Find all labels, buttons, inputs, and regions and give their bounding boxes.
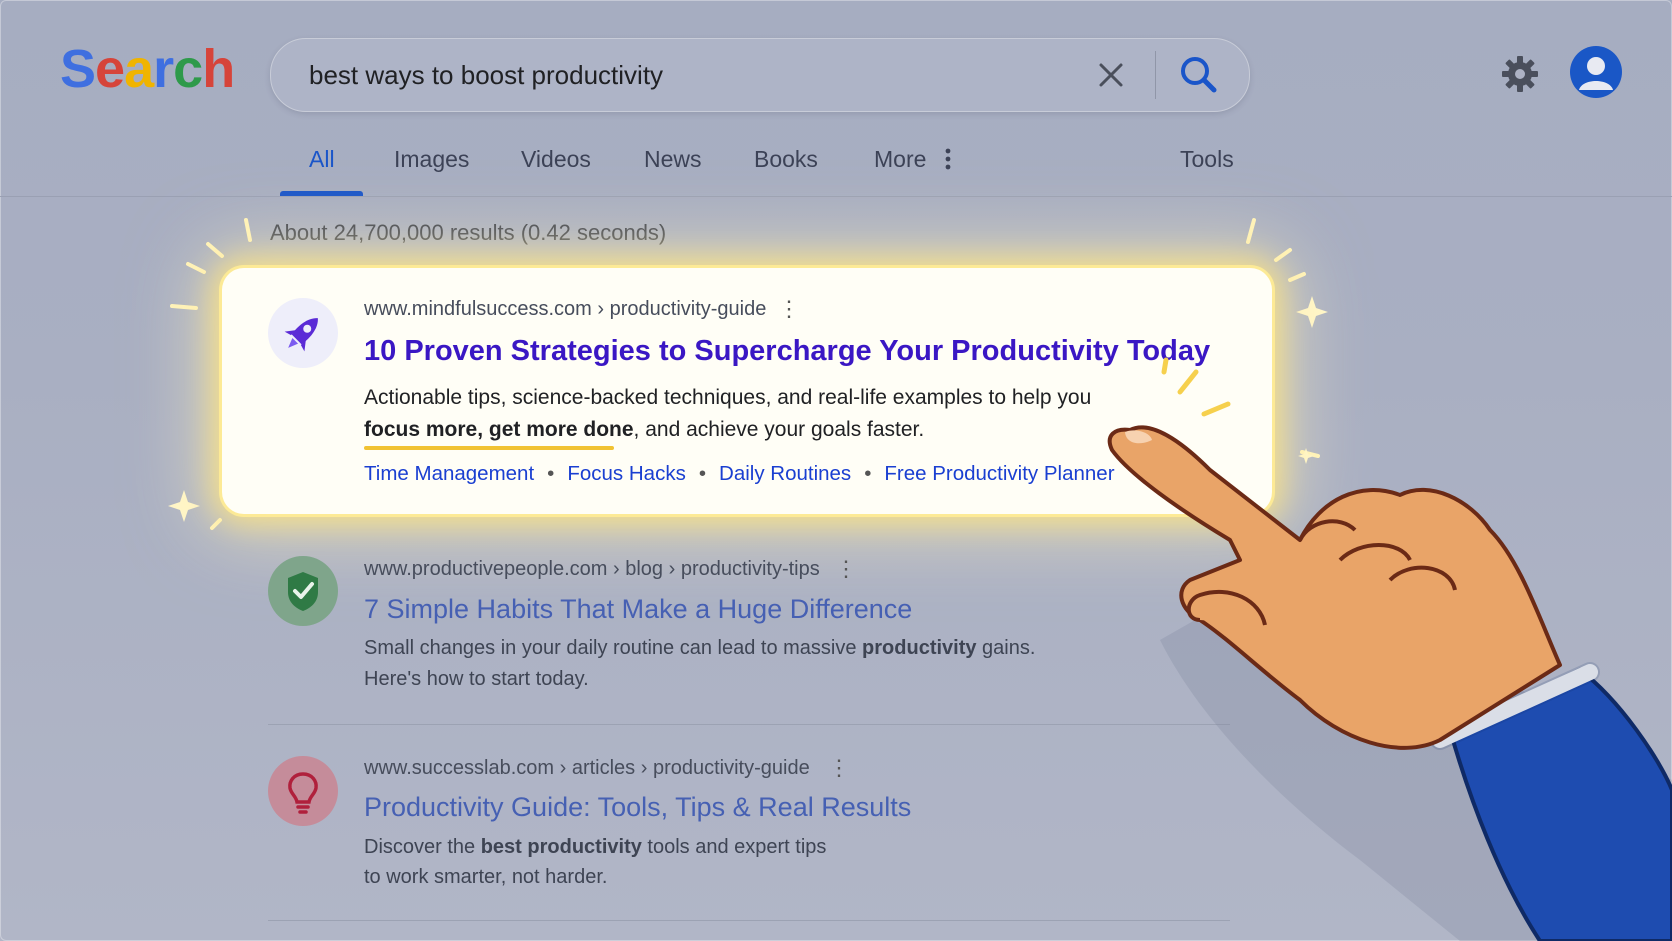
result-url[interactable]: www.mindfulsuccess.com › productivity-gu… (364, 298, 766, 321)
highlight-underline (364, 446, 614, 450)
snippet-bold: productivity (862, 637, 977, 659)
sitelink-separator: • (864, 462, 872, 485)
snippet-part: Small changes in your daily routine can … (364, 637, 863, 659)
result-menu-icon[interactable]: ⋮ (835, 558, 857, 580)
sitelink-separator: • (698, 462, 707, 485)
snippet-part: Discover the (364, 836, 481, 858)
snippet-rest: , and achieve your goals faster. (633, 418, 925, 441)
sitelink-separator: • (547, 462, 555, 485)
lightbulb-icon (288, 772, 318, 814)
result-favicon (268, 298, 338, 368)
result-url[interactable]: www.productivepeople.com › blog › produc… (364, 558, 820, 581)
sitelink[interactable]: Time Management (364, 462, 534, 485)
result-title[interactable]: 7 Simple Habits That Make a Huge Differe… (364, 594, 912, 625)
result-url[interactable]: www.successlab.com › articles › producti… (364, 757, 810, 780)
result-divider (268, 724, 1230, 725)
sitelinks: Time Management • Focus Hacks • Daily Routin… (364, 462, 1115, 486)
snippet-line: Actionable tips, science-backed techniqu… (364, 386, 1092, 409)
result-snippet: Actionable tips, science-backed techniqu… (364, 382, 1091, 446)
snippet-line: to work smarter, not harder. (364, 866, 608, 888)
result-divider (268, 920, 1230, 921)
result-title[interactable]: Productivity Guide: Tools, Tips & Real R… (364, 792, 911, 823)
result-menu-icon[interactable]: ⋮ (778, 298, 800, 320)
sitelink[interactable]: Free Productivity Planner (884, 462, 1114, 485)
snippet-part: gains. (976, 637, 1036, 659)
result-title[interactable]: 10 Proven Strategies to Supercharge Your… (364, 335, 1210, 368)
snippet-bold: focus more, get more done (364, 418, 634, 441)
result-snippet: Discover the best productivity tools and… (364, 832, 826, 892)
snippet-part: tools and expert tips (641, 836, 827, 858)
snippet-line: Here's how to start today. (364, 668, 589, 690)
sitelink[interactable]: Daily Routines (719, 462, 851, 485)
shield-check-icon (288, 572, 318, 611)
snippet-bold: best productivity (480, 836, 642, 858)
result-favicon (268, 756, 338, 826)
rocket-icon (284, 318, 318, 352)
result-favicon (268, 556, 338, 626)
sitelink[interactable]: Focus Hacks (567, 462, 685, 485)
result-menu-icon[interactable]: ⋮ (828, 757, 850, 779)
result-snippet: Small changes in your daily routine can … (364, 633, 1035, 695)
